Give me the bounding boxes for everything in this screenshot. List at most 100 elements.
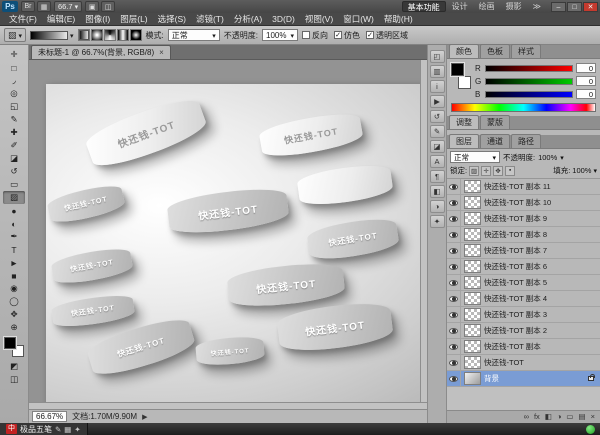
layer-row[interactable]: 快还钱-TOT 副本: [447, 339, 600, 355]
ime-pen-icon[interactable]: ✎: [55, 425, 61, 434]
ime-bar[interactable]: 中 极品五笔 ✎▦✦: [0, 423, 88, 435]
workspace-button[interactable]: 设计: [447, 1, 473, 12]
menu-item[interactable]: 分析(A): [229, 13, 267, 26]
option-checkbox[interactable]: ✓透明区域: [366, 30, 408, 41]
layer-thumbnail[interactable]: [464, 276, 481, 289]
dock-clone-source-icon[interactable]: ◪: [430, 140, 445, 153]
crop-tool[interactable]: ◱: [3, 100, 25, 113]
layer-thumbnail[interactable]: [464, 180, 481, 193]
visibility-toggle[interactable]: [447, 211, 461, 226]
menu-item[interactable]: 图像(I): [80, 13, 115, 26]
tab-close-icon[interactable]: ×: [159, 48, 164, 57]
layer-thumbnail[interactable]: [464, 260, 481, 273]
arrange-documents-icon[interactable]: ▣: [85, 1, 99, 12]
view-extras-icon[interactable]: ▦: [37, 1, 51, 12]
status-zoom-field[interactable]: 66.67%: [32, 411, 67, 422]
gradient-picker[interactable]: [30, 31, 74, 40]
visibility-toggle[interactable]: [447, 371, 461, 386]
layer-row[interactable]: 快还钱-TOT 副本 2: [447, 323, 600, 339]
ribbon-banner[interactable]: 快还钱-TOT: [276, 299, 394, 355]
menu-item[interactable]: 窗口(W): [338, 13, 379, 26]
channel-value-field[interactable]: 0: [576, 63, 596, 73]
layer-name[interactable]: 快还钱-TOT 副本 6: [484, 261, 547, 272]
layer-row[interactable]: 背景: [447, 371, 600, 387]
layer-thumbnail[interactable]: [464, 324, 481, 337]
visibility-toggle[interactable]: [447, 227, 461, 242]
screen-mode-button[interactable]: ◫: [3, 373, 25, 386]
layer-name[interactable]: 快还钱-TOT 副本 10: [484, 197, 551, 208]
menu-item[interactable]: 视图(V): [300, 13, 338, 26]
launch-bridge-icon[interactable]: Br: [21, 1, 35, 12]
delete-layer-icon[interactable]: ×: [591, 411, 595, 423]
diamond-gradient-button[interactable]: [130, 29, 142, 41]
channel-value-field[interactable]: 0: [576, 76, 596, 86]
lasso-tool[interactable]: ◞: [3, 74, 25, 87]
layer-name[interactable]: 背景: [484, 373, 499, 384]
ribbon-banner[interactable]: 快还钱-TOT: [85, 313, 197, 380]
visibility-toggle[interactable]: [447, 259, 461, 274]
dock-paragraph-icon[interactable]: ¶: [430, 170, 445, 183]
blend-mode-select[interactable]: 正常: [450, 151, 500, 163]
dock-masks-icon[interactable]: ◧: [430, 185, 445, 198]
panel-tab[interactable]: 路径: [511, 134, 541, 148]
layer-row[interactable]: 快还钱-TOT 副本 5: [447, 275, 600, 291]
menu-item[interactable]: 帮助(H): [379, 13, 418, 26]
radial-gradient-button[interactable]: [91, 29, 103, 41]
tray-green-icon[interactable]: [586, 425, 595, 434]
panel-tab[interactable]: 颜色: [449, 44, 479, 58]
eyedropper-tool[interactable]: ✎: [3, 113, 25, 126]
quick-selection-tool[interactable]: ◎: [3, 87, 25, 100]
dock-history-icon[interactable]: ↺: [430, 110, 445, 123]
layer-thumbnail[interactable]: [464, 292, 481, 305]
lock-position-icon[interactable]: ✥: [493, 166, 503, 176]
layer-thumbnail[interactable]: [464, 340, 481, 353]
ribbon-banner[interactable]: 快还钱-TOT: [46, 182, 126, 226]
add-layer-mask-icon[interactable]: ◧: [545, 411, 552, 423]
layer-thumbnail[interactable]: [464, 244, 481, 257]
path-selection-tool[interactable]: ►: [3, 256, 25, 269]
new-adjustment-layer-icon[interactable]: ◑: [557, 411, 562, 423]
restore-button[interactable]: □: [567, 2, 582, 12]
layer-row[interactable]: 快还钱-TOT 副本 6: [447, 259, 600, 275]
visibility-toggle[interactable]: [447, 307, 461, 322]
dock-adjustments-icon[interactable]: ◑: [430, 200, 445, 213]
healing-brush-tool[interactable]: ✚: [3, 126, 25, 139]
visibility-toggle[interactable]: [447, 179, 461, 194]
menu-item[interactable]: 文件(F): [4, 13, 42, 26]
option-checkbox[interactable]: ✓仿色: [334, 30, 360, 41]
type-tool[interactable]: T: [3, 243, 25, 256]
ribbon-banner[interactable]: 快还钱-TOT: [166, 185, 290, 237]
layer-row[interactable]: 快还钱-TOT 副本 8: [447, 227, 600, 243]
link-layers-icon[interactable]: ∞: [524, 411, 529, 423]
minimize-button[interactable]: –: [551, 2, 566, 12]
dock-info-icon[interactable]: i: [430, 80, 445, 93]
lock-pixels-icon[interactable]: ✛: [481, 166, 491, 176]
dodge-tool[interactable]: ◐: [3, 217, 25, 230]
checkbox-icon[interactable]: ✓: [366, 31, 374, 39]
foreground-color-swatch[interactable]: [4, 337, 16, 349]
screen-mode-icon[interactable]: ◫: [101, 1, 115, 12]
canvas-area[interactable]: 快还钱-TOT快还钱-TOT快还钱-TOT快还钱-TOT快还钱-TOT快还钱-T…: [29, 60, 427, 409]
channel-slider[interactable]: [485, 65, 573, 72]
opacity-select[interactable]: 100%: [262, 29, 298, 41]
layer-name[interactable]: 快还钱-TOT 副本 7: [484, 245, 547, 256]
angle-gradient-button[interactable]: [104, 29, 116, 41]
dock-navigator-icon[interactable]: ◰: [430, 50, 445, 63]
lock-all-icon[interactable]: ▪: [505, 166, 515, 176]
brush-tool[interactable]: ✐: [3, 139, 25, 152]
layer-name[interactable]: 快还钱-TOT: [484, 357, 524, 368]
channel-value-field[interactable]: 0: [576, 89, 596, 99]
ribbon-banner[interactable]: 快还钱-TOT: [195, 335, 265, 367]
ime-language-icon[interactable]: 中: [6, 424, 17, 434]
quick-mask-button[interactable]: ◩: [3, 360, 25, 373]
channel-slider[interactable]: [485, 91, 573, 98]
layer-row[interactable]: 快还钱-TOT 副本 10: [447, 195, 600, 211]
panel-background-swatch[interactable]: [458, 76, 471, 89]
workspace-button[interactable]: 绘画: [474, 1, 500, 12]
pen-tool[interactable]: ✒: [3, 230, 25, 243]
workspace-overflow-button[interactable]: ≫: [530, 2, 544, 11]
dock-histogram-icon[interactable]: ▥: [430, 65, 445, 78]
layer-name[interactable]: 快还钱-TOT 副本: [484, 341, 541, 352]
workspace-button[interactable]: 基本功能: [402, 1, 446, 12]
linear-gradient-button[interactable]: [78, 29, 90, 41]
